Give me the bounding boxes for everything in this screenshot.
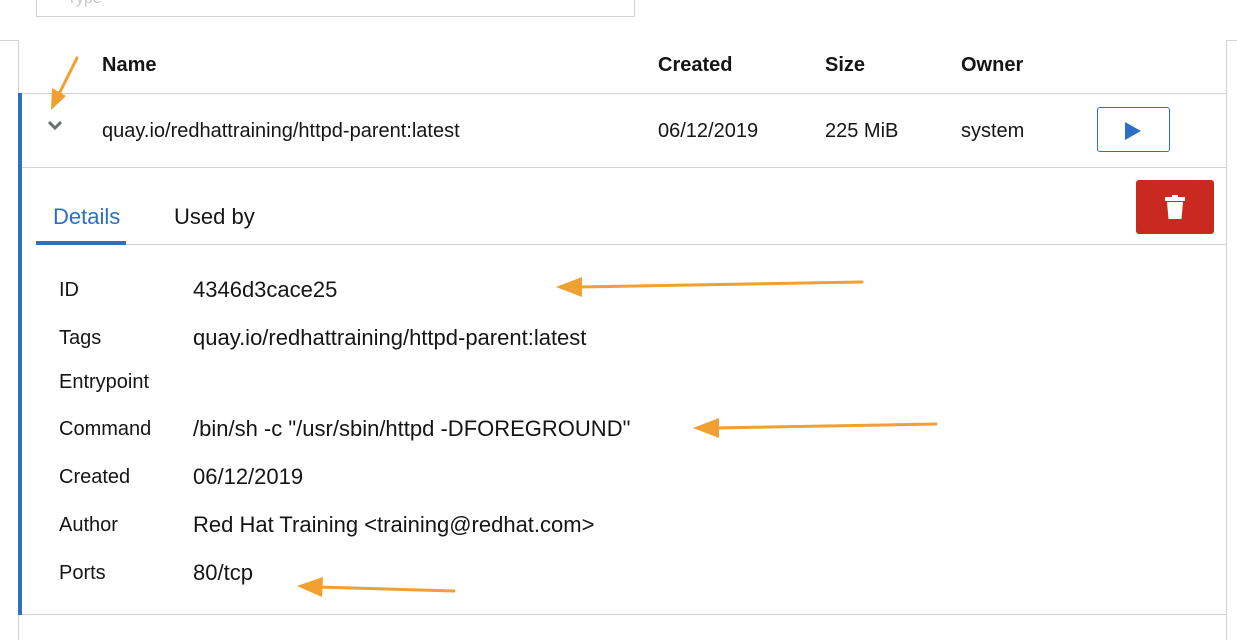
- search-input[interactable]: Type: [36, 0, 635, 17]
- run-button[interactable]: [1097, 107, 1170, 152]
- detail-value-author: Red Hat Training <training@redhat.com>: [193, 512, 595, 537]
- tab-details[interactable]: Details: [53, 204, 120, 230]
- header-owner: Owner: [961, 54, 1024, 76]
- expanded-row-indicator: [18, 93, 22, 615]
- detail-value-command: /bin/sh -c "/usr/sbin/httpd -DFOREGROUND…: [193, 416, 631, 441]
- detail-label-entrypoint: Entrypoint: [59, 371, 150, 393]
- row-bottom-divider: [22, 614, 1226, 615]
- detail-value-created: 06/12/2019: [193, 464, 304, 489]
- image-name: quay.io/redhattraining/httpd-parent:late…: [102, 120, 460, 142]
- delete-button[interactable]: [1136, 180, 1214, 234]
- detail-value-tags: quay.io/redhattraining/httpd-parent:late…: [193, 325, 587, 350]
- search-placeholder: Type: [67, 0, 102, 8]
- header-name: Name: [102, 54, 157, 76]
- tab-used-by[interactable]: Used by: [174, 204, 255, 230]
- detail-label-id: ID: [59, 279, 79, 301]
- image-created: 06/12/2019: [658, 120, 759, 142]
- chevron-down-icon[interactable]: [46, 116, 64, 134]
- detail-label-ports: Ports: [59, 562, 106, 584]
- header-size: Size: [825, 54, 866, 76]
- detail-label-tags: Tags: [59, 327, 102, 349]
- image-size: 225 MiB: [825, 120, 899, 142]
- detail-label-author: Author: [59, 514, 118, 536]
- active-tab-indicator: [36, 241, 126, 245]
- header-created: Created: [658, 54, 733, 76]
- tabs-divider: [36, 244, 1226, 245]
- detail-label-command: Command: [59, 418, 152, 440]
- table-header: Name Created Size Owner: [18, 40, 1226, 94]
- detail-value-ports: 80/tcp: [193, 560, 253, 585]
- detail-label-created: Created: [59, 466, 131, 488]
- detail-value-id: 4346d3cace25: [193, 277, 338, 302]
- image-owner: system: [961, 120, 1025, 142]
- table-row: quay.io/redhattraining/httpd-parent:late…: [22, 94, 1226, 168]
